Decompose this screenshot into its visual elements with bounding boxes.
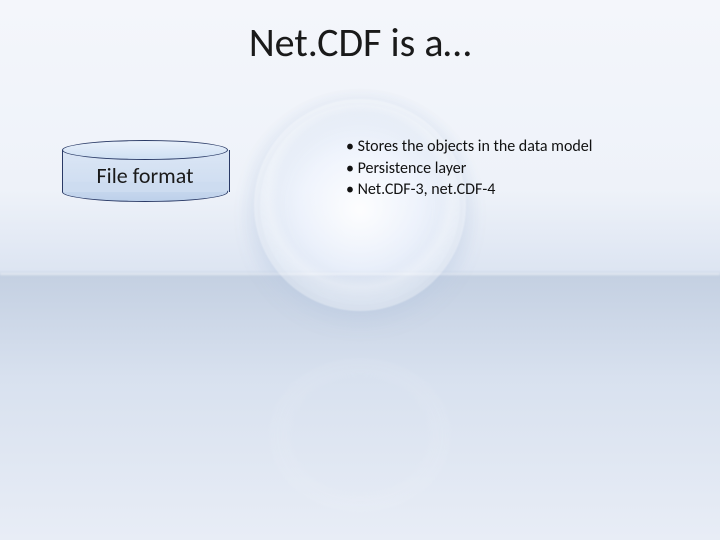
bullet-item: Net.CDF-3, net.CDF-4	[346, 179, 592, 201]
slide-title: Net.CDF is a…	[0, 18, 720, 67]
bullet-item: Persistence layer	[346, 158, 592, 180]
cylinder-shape: File format	[62, 140, 228, 202]
cylinder-label: File format	[62, 162, 228, 189]
ring-reflection	[275, 363, 445, 508]
bullet-list: Stores the objects in the data model Per…	[346, 136, 592, 201]
ring-graphic	[260, 105, 460, 305]
cylinder-top-ellipse	[62, 140, 228, 160]
slide: Net.CDF is a… File format Stores the obj…	[0, 0, 720, 540]
bullet-item: Stores the objects in the data model	[346, 136, 592, 158]
